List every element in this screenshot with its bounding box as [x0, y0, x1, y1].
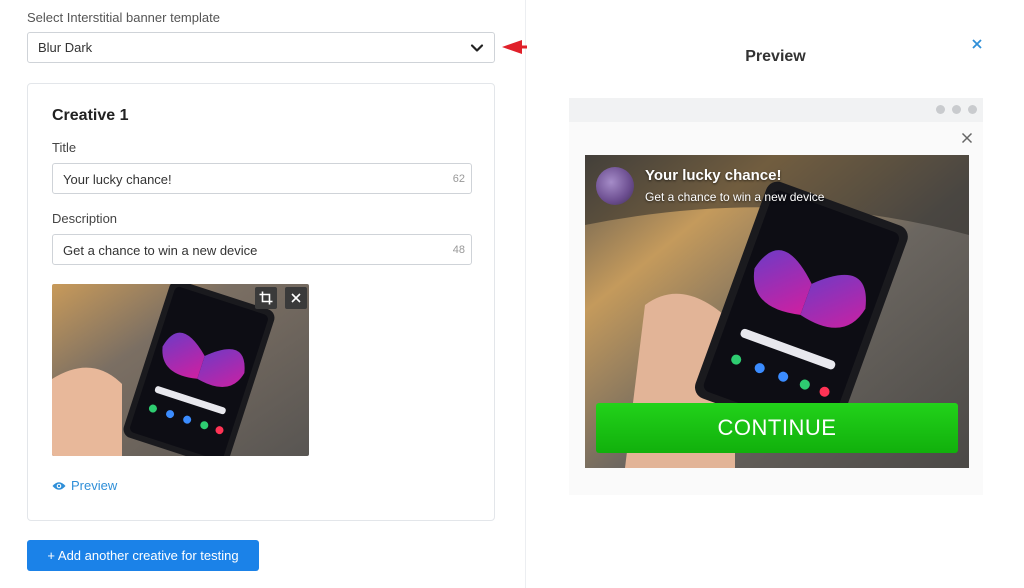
description-char-count: 48	[452, 244, 465, 256]
preview-link[interactable]: Preview	[52, 478, 117, 493]
preview-panel: Preview Your lucky chance! Get a chance …	[527, 0, 1024, 588]
eye-icon	[52, 481, 66, 490]
description-label: Description	[52, 211, 118, 226]
phone-photo	[52, 284, 309, 456]
crop-button[interactable]	[255, 287, 277, 309]
close-icon[interactable]	[961, 132, 973, 144]
title-char-count: 62	[452, 173, 465, 185]
banner-title: Your lucky chance!	[645, 167, 782, 184]
creative-heading: Creative 1	[52, 107, 129, 124]
template-select[interactable]: Blur Dark	[27, 32, 495, 63]
template-select-label: Select Interstitial banner template	[27, 10, 220, 25]
browser-toolbar	[569, 98, 983, 122]
preview-panel-title: Preview	[745, 48, 806, 65]
remove-image-button[interactable]	[285, 287, 307, 309]
template-select-value: Blur Dark	[38, 40, 93, 55]
add-creative-button[interactable]: + Add another creative for testing	[27, 540, 259, 571]
window-dot	[968, 105, 977, 114]
banner-avatar	[596, 167, 634, 205]
creative-card: Creative 1 Title Your lucky chance! 62 D…	[27, 83, 495, 521]
window-dot	[936, 105, 945, 114]
preview-link-label: Preview	[71, 478, 118, 493]
chevron-down-icon	[470, 44, 484, 52]
editor-panel: Select Interstitial banner template Blur…	[0, 0, 526, 588]
browser-mockup: Your lucky chance! Get a chance to win a…	[569, 98, 983, 495]
title-input-value: Your lucky chance!	[63, 172, 172, 187]
title-input[interactable]: Your lucky chance! 62	[52, 163, 472, 194]
close-icon[interactable]	[970, 37, 984, 51]
interstitial-banner[interactable]: Your lucky chance! Get a chance to win a…	[585, 155, 969, 468]
crop-icon	[259, 291, 273, 305]
creative-image	[52, 284, 309, 456]
banner-description: Get a chance to win a new device	[645, 190, 825, 204]
description-input[interactable]: Get a chance to win a new device 48	[52, 234, 472, 265]
title-label: Title	[52, 140, 77, 155]
description-input-value: Get a chance to win a new device	[63, 243, 258, 258]
continue-button[interactable]: CONTINUE	[596, 403, 958, 453]
window-dot	[952, 105, 961, 114]
interstitial-container: Your lucky chance! Get a chance to win a…	[569, 122, 983, 495]
close-icon	[291, 293, 301, 303]
